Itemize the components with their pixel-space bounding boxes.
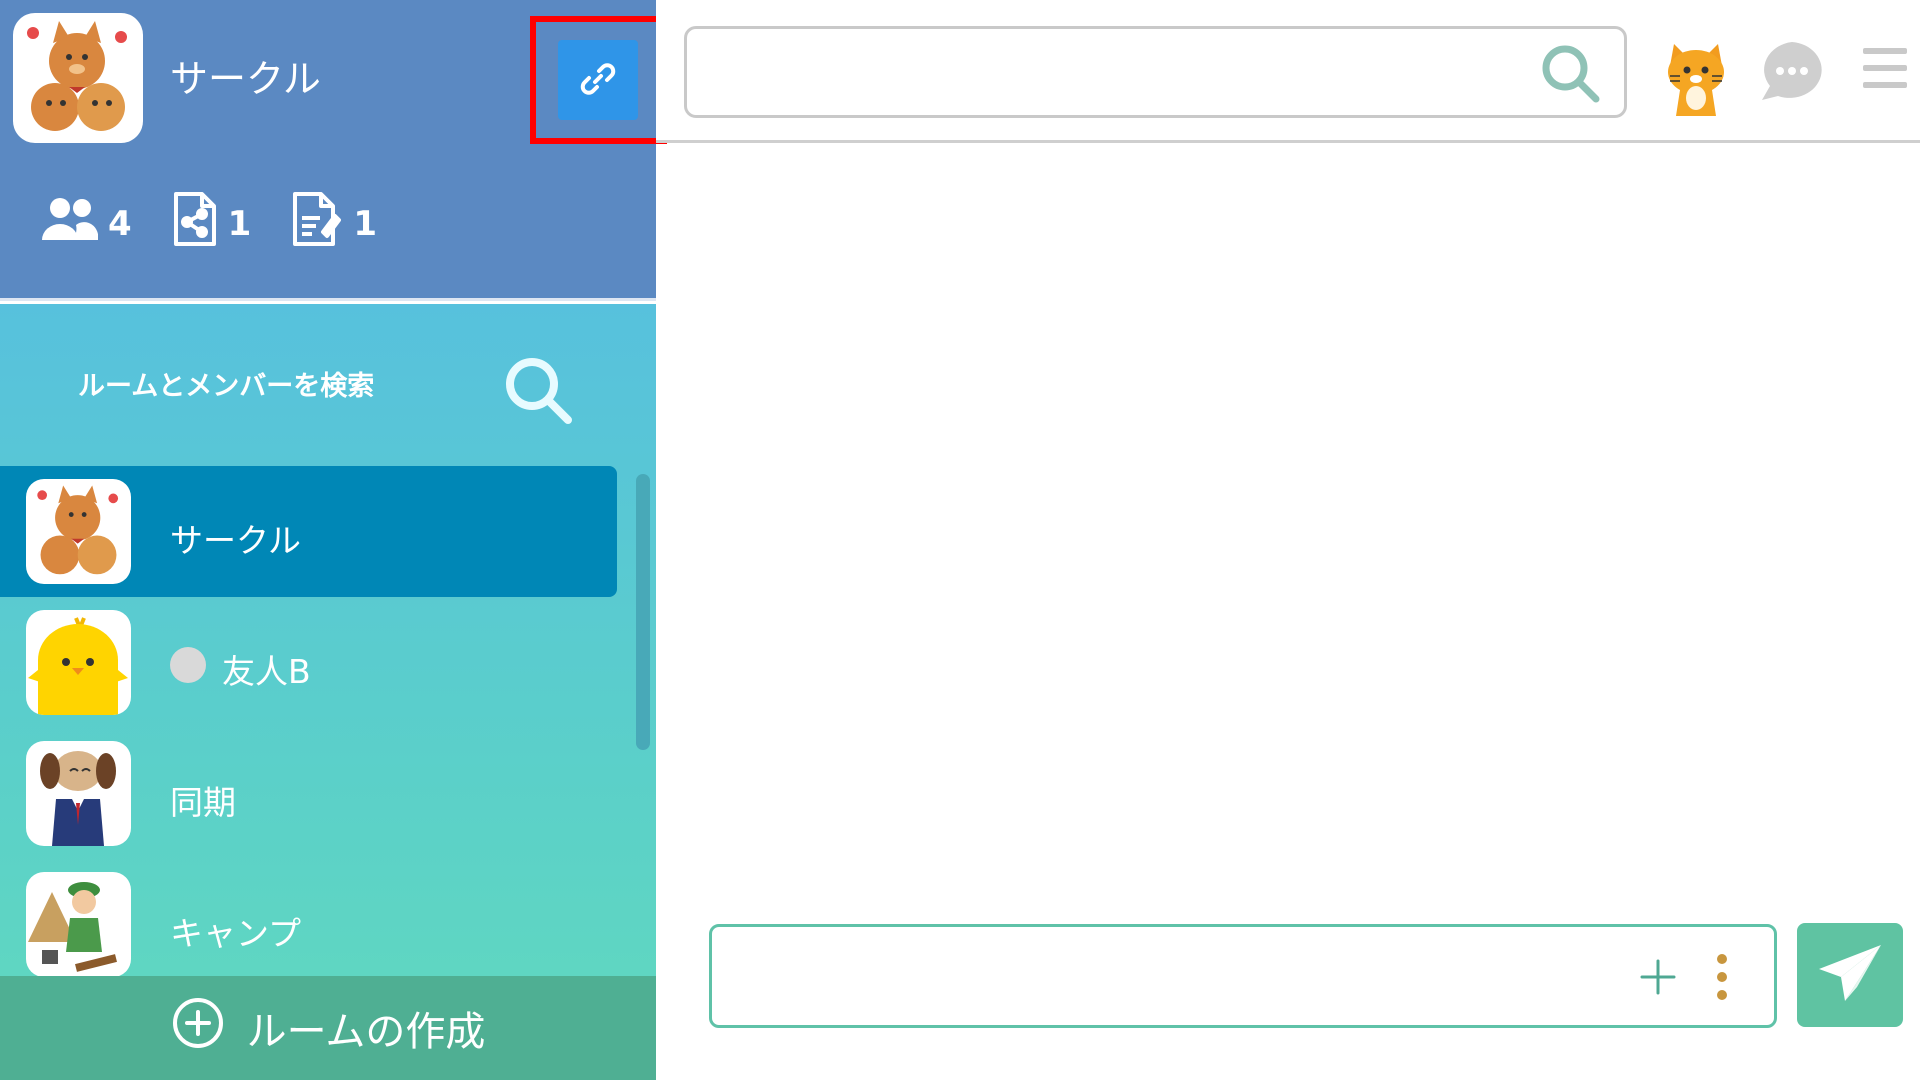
camper-avatar xyxy=(26,872,131,976)
group-avatar[interactable] xyxy=(13,13,143,143)
search-icon[interactable] xyxy=(500,352,578,430)
plus-circle-icon xyxy=(171,996,225,1060)
sidebar: サークル 4 1 1 ルームとメンバーを検索 サークル 友人B 同期 キャンプ … xyxy=(0,0,667,1080)
send-icon xyxy=(1815,939,1885,1012)
room-name: 友人B xyxy=(222,652,311,691)
group-stats: 4 1 1 xyxy=(42,190,417,257)
offline-status-dot xyxy=(170,647,206,683)
message-composer xyxy=(709,924,1777,1028)
room-item-camp[interactable]: キャンプ xyxy=(0,859,617,976)
message-search-input[interactable] xyxy=(707,45,1527,101)
message-search-box xyxy=(684,26,1627,118)
stat-members[interactable]: 4 xyxy=(42,196,132,251)
members-icon xyxy=(42,196,108,251)
room-name: 同期 xyxy=(170,783,236,822)
stat-files[interactable]: 1 xyxy=(172,190,252,257)
group-name: サークル xyxy=(170,57,321,101)
room-item-colleagues[interactable]: 同期 xyxy=(0,728,617,859)
group-header: サークル 4 1 1 xyxy=(0,0,667,301)
note-icon xyxy=(291,190,353,257)
plus-icon[interactable] xyxy=(1636,955,1680,999)
files-count: 1 xyxy=(227,203,252,244)
message-input[interactable] xyxy=(732,947,1612,1007)
room-name: サークル xyxy=(170,521,302,560)
room-list: サークル 友人B 同期 キャンプ xyxy=(0,466,620,976)
room-list-scrollbar[interactable] xyxy=(636,474,650,750)
chat-content-area xyxy=(656,146,1920,920)
create-room-button[interactable]: ルームの作成 xyxy=(0,976,656,1080)
shared-file-icon xyxy=(172,190,228,257)
hamburger-menu-icon[interactable] xyxy=(1861,44,1909,92)
chick-avatar xyxy=(26,610,131,715)
chat-bubble-icon[interactable] xyxy=(1756,38,1828,104)
highlight-box xyxy=(530,16,667,144)
stat-notes[interactable]: 1 xyxy=(291,190,377,257)
dog-businessman-avatar xyxy=(26,741,131,846)
send-button[interactable] xyxy=(1797,923,1903,1027)
room-name: キャンプ xyxy=(170,914,302,953)
members-count: 4 xyxy=(108,203,132,244)
create-room-label: ルームの作成 xyxy=(246,1009,486,1055)
notes-count: 1 xyxy=(353,203,378,244)
room-item-circle[interactable]: サークル xyxy=(0,466,617,597)
room-member-search-label[interactable]: ルームとメンバーを検索 xyxy=(78,364,374,403)
room-panel: ルームとメンバーを検索 サークル 友人B 同期 キャンプ xyxy=(0,304,656,976)
cat-icon[interactable] xyxy=(1656,36,1736,116)
search-icon[interactable] xyxy=(1538,41,1602,105)
top-bar xyxy=(656,0,1920,143)
more-vertical-icon[interactable] xyxy=(1712,951,1732,1003)
room-item-friend-b[interactable]: 友人B xyxy=(0,597,617,728)
dogs-celebrating-avatar xyxy=(26,479,131,584)
